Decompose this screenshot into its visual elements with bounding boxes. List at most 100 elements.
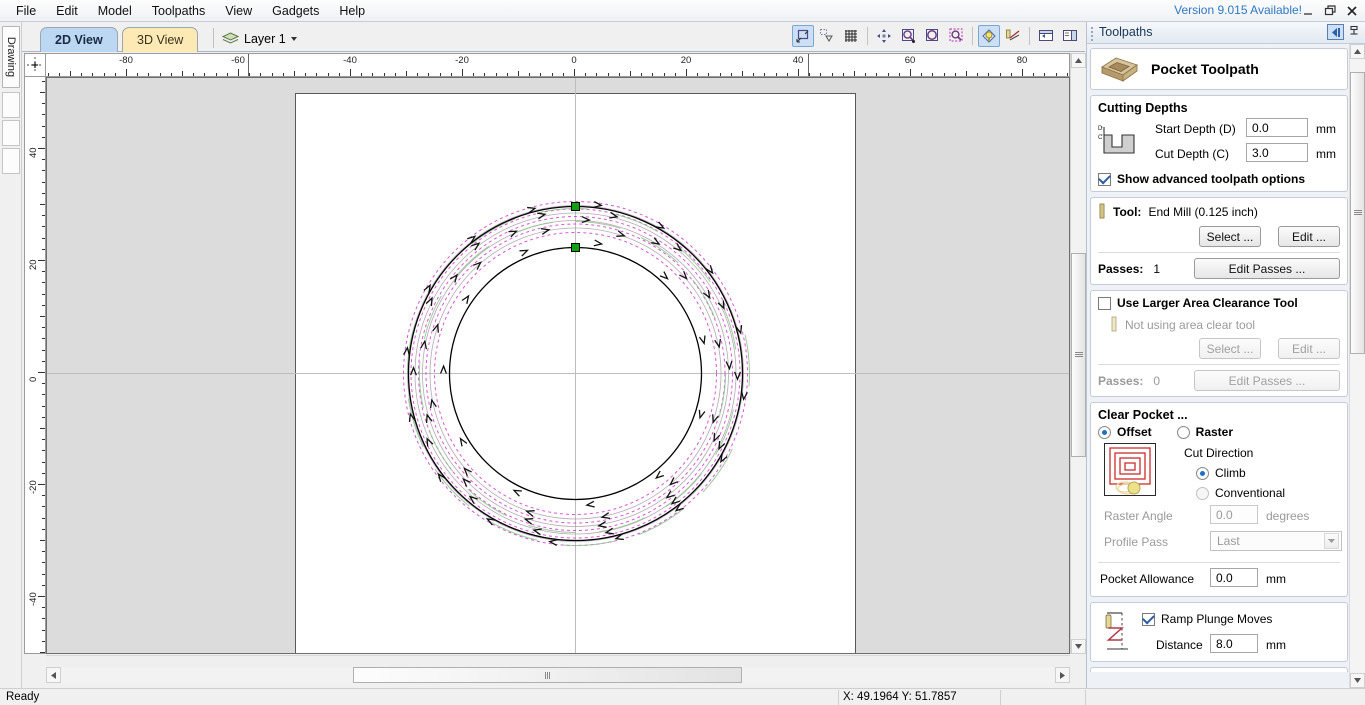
restore-icon[interactable] [1324, 4, 1337, 18]
collapse-panel-icon[interactable] [1327, 24, 1344, 40]
scroll-grip-icon [1353, 210, 1362, 216]
ruler-origin-marker[interactable] [24, 53, 46, 77]
snap-grid-icon[interactable] [840, 25, 862, 47]
panel-scroll-up-arrow[interactable] [1350, 44, 1365, 59]
dock-button-1[interactable] [2, 92, 20, 118]
menu-file[interactable]: File [6, 1, 46, 22]
show-advanced-label: Show advanced toolpath options [1117, 172, 1306, 186]
pocket-allowance-unit: mm [1266, 572, 1286, 586]
tab-3d-view-label: 3D View [137, 33, 184, 47]
ramp-plunge-checkbox[interactable] [1142, 612, 1155, 626]
toggle-shading-icon[interactable] [978, 25, 1000, 47]
area-clearance-edit-passes-button: Edit Passes ... [1194, 370, 1340, 391]
version-available-link[interactable]: Version 9.015 Available! [1174, 3, 1302, 17]
panel-scroll-thumb[interactable] [1350, 72, 1365, 354]
panel-gripper-icon[interactable] [1091, 27, 1093, 41]
vertical-ruler[interactable]: -40 -20 0 20 40 [24, 77, 46, 654]
pocket-allowance-input[interactable]: 0.0 [1210, 568, 1258, 587]
menu-toolpaths[interactable]: Toolpaths [142, 1, 216, 22]
start-depth-input[interactable]: 0.0 [1246, 118, 1308, 137]
toolpath-preview-icon[interactable] [1002, 25, 1024, 47]
pin-panel-icon[interactable] [1348, 25, 1361, 40]
window-controls [1302, 0, 1359, 22]
area-clearance-group: Use Larger Area Clearance Tool Not using… [1090, 290, 1348, 397]
layer-label: Layer 1 [244, 31, 286, 46]
toolpath-type-name: Pocket Toolpath [1151, 61, 1259, 77]
split-horizontal-icon[interactable] [1035, 25, 1057, 47]
cutting-depths-title: Cutting Depths [1098, 101, 1188, 115]
pocket-allowance-value: 0.0 [1216, 570, 1233, 585]
canvas-horizontal-scrollbar[interactable] [46, 667, 1070, 683]
layer-selector[interactable]: Layer 1 [222, 29, 297, 48]
select-rectangle-icon[interactable] [792, 25, 814, 47]
ramp-distance-input[interactable]: 8.0 [1210, 634, 1258, 653]
cutting-depths-group: Cutting Depths D C Start Depth (D) 0.0 m… [1090, 95, 1348, 192]
conventional-radio[interactable] [1196, 486, 1209, 500]
split-vertical-icon[interactable] [1059, 25, 1081, 47]
zoom-selection-icon[interactable] [945, 25, 967, 47]
pan-icon[interactable] [873, 25, 895, 47]
conventional-label: Conventional [1215, 486, 1286, 500]
show-advanced-row[interactable]: Show advanced toolpath options [1098, 172, 1340, 186]
raster-angle-value: 0.0 [1216, 507, 1233, 522]
svg-text:D: D [1098, 126, 1103, 132]
profile-pass-select[interactable]: Last [1210, 531, 1342, 551]
zoom-to-point-icon[interactable] [897, 25, 919, 47]
climb-radio[interactable] [1196, 466, 1209, 480]
drawing-tab[interactable]: Drawing [2, 26, 20, 88]
area-clearance-label: Use Larger Area Clearance Tool [1117, 296, 1298, 310]
zoom-extents-icon[interactable] [921, 25, 943, 47]
scroll-thumb-vertical[interactable] [1071, 253, 1086, 457]
cut-depth-input[interactable]: 3.0 [1246, 143, 1308, 162]
tab-2d-view[interactable]: 2D View [40, 27, 118, 52]
close-icon[interactable] [1346, 4, 1359, 18]
chevron-down-icon[interactable] [290, 36, 297, 41]
scroll-left-arrow[interactable] [46, 667, 61, 683]
title-bar: File Edit Model Toolpaths View Gadgets H… [0, 0, 1365, 22]
offset-radio[interactable] [1098, 425, 1111, 439]
tool-label: Tool: [1113, 204, 1142, 219]
tab-3d-view[interactable]: 3D View [122, 27, 199, 52]
toolpaths-panel-scrollbar[interactable] [1349, 44, 1365, 688]
raster-radio[interactable] [1176, 425, 1190, 439]
dock-button-3[interactable] [2, 148, 20, 174]
tool-edit-passes-button[interactable]: Edit Passes ... [1194, 258, 1340, 279]
climb-row[interactable]: Climb [1196, 466, 1246, 480]
toolpaths-panel-body[interactable]: Pocket Toolpath Cutting Depths D C Start… [1087, 44, 1350, 672]
scroll-right-arrow[interactable] [1055, 667, 1070, 683]
tool-edit-button[interactable]: Edit ... [1278, 226, 1340, 247]
scroll-grip-icon [1074, 352, 1083, 358]
left-dock: Drawing [0, 22, 22, 691]
vector-order-group: Use Vector Selection Order [1090, 667, 1348, 672]
scroll-thumb-horizontal[interactable] [353, 667, 742, 683]
chevron-down-icon[interactable] [1324, 533, 1339, 549]
status-bar: Ready X: 49.1964 Y: 51.7857 [0, 688, 1365, 705]
scroll-up-arrow[interactable] [1071, 53, 1086, 68]
horizontal-ruler[interactable]: -80 -60 -40 -20 0 20 40 60 80 [46, 53, 1070, 77]
tab-2d-view-label: 2D View [55, 33, 103, 47]
area-clearance-checkbox[interactable] [1098, 296, 1111, 310]
dock-button-2[interactable] [2, 120, 20, 146]
conventional-row[interactable]: Conventional [1196, 486, 1285, 500]
menu-gadgets[interactable]: Gadgets [262, 1, 329, 22]
select-node-icon[interactable] [816, 25, 838, 47]
cut-depth-label: Cut Depth (C) [1155, 147, 1230, 161]
scroll-down-arrow[interactable] [1071, 639, 1086, 654]
toolpaths-panel-title: Toolpaths [1099, 25, 1153, 39]
tool-select-button[interactable]: Select ... [1199, 226, 1261, 247]
panel-scroll-down-arrow[interactable] [1350, 673, 1365, 688]
area-clearance-checkbox-row[interactable]: Use Larger Area Clearance Tool [1098, 296, 1340, 310]
menu-help[interactable]: Help [329, 1, 375, 22]
status-ready-text: Ready [6, 691, 40, 703]
drawing-canvas[interactable] [46, 77, 1070, 654]
menu-view[interactable]: View [215, 1, 262, 22]
canvas-vertical-scrollbar[interactable] [1070, 53, 1086, 654]
minimize-icon[interactable] [1302, 4, 1315, 18]
toolbar-divider [1029, 27, 1030, 45]
area-clearance-status-row: Not using area clear tool [1110, 316, 1340, 333]
ramp-checkbox-row[interactable]: Ramp Plunge Moves [1142, 612, 1272, 626]
menu-edit[interactable]: Edit [46, 1, 88, 22]
show-advanced-checkbox[interactable] [1098, 172, 1111, 186]
toolbar-divider [867, 27, 868, 45]
menu-model[interactable]: Model [88, 1, 142, 22]
